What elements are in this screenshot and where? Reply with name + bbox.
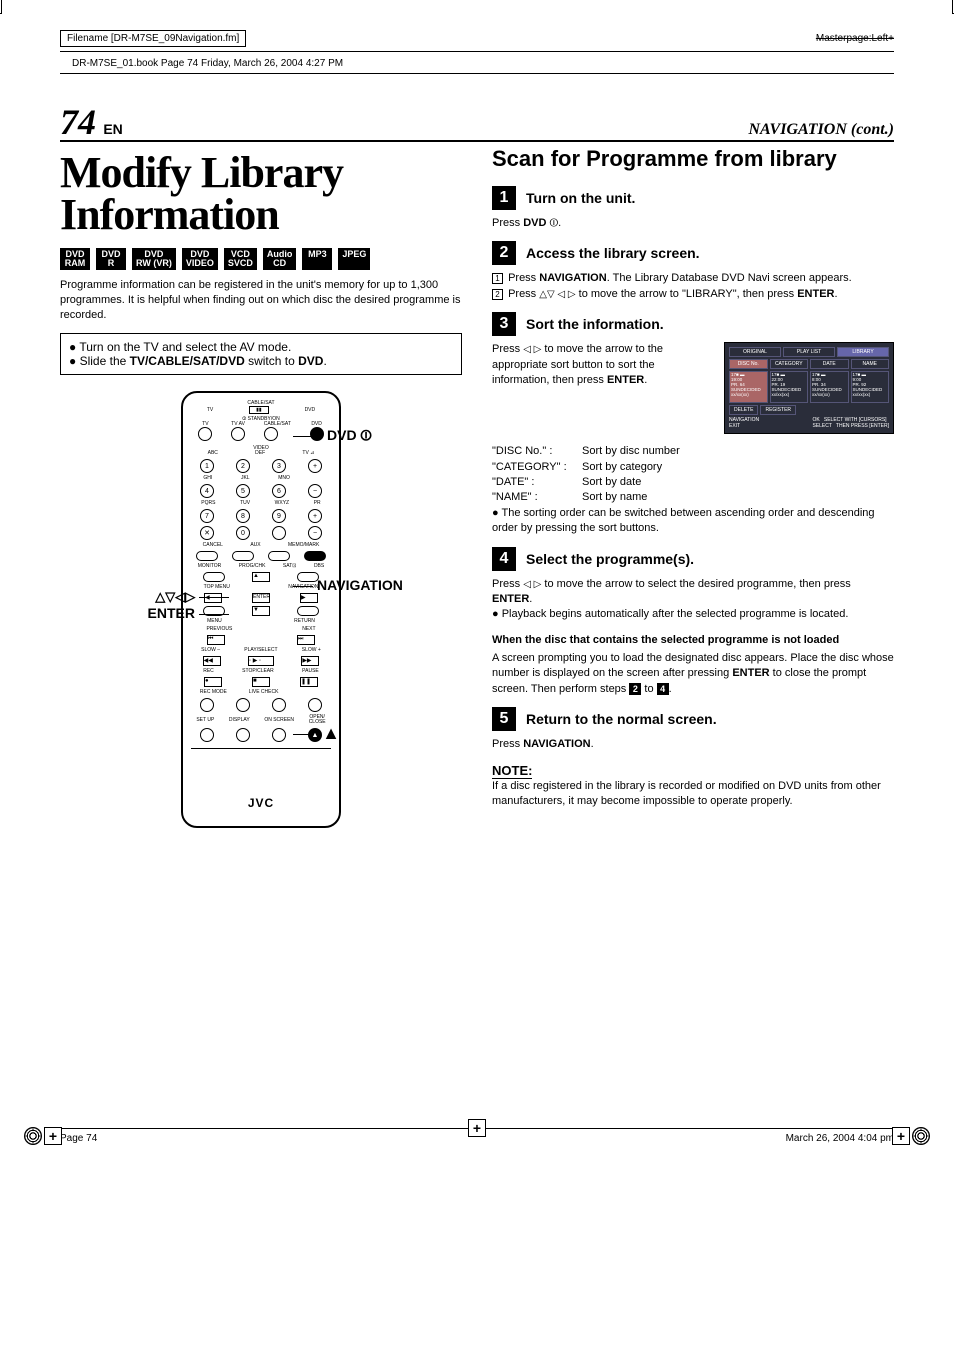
step-2-header: 2 Access the library screen. [492,241,894,265]
format-badge: VCDSVCD [224,248,257,271]
page-header: 74 EN NAVIGATION (cont.) [60,104,894,142]
format-badge: DVDRAM [60,248,90,271]
prep-item: Slide the TV/CABLE/SAT/DVD switch to DVD… [69,354,453,368]
sort-definitions: "DISC No." :Sort by disc number"CATEGORY… [492,444,894,506]
lang-label: EN [103,121,122,137]
note-body: If a disc registered in the library is r… [492,779,894,810]
format-badge: DVDVIDEO [182,248,218,271]
prep-item: Turn on the TV and select the AV mode. [69,340,453,354]
masterpage: Masterpage:Left+ [816,33,894,44]
step-1-header: 1 Turn on the unit. [492,186,894,210]
step-5-header: 5 Return to the normal screen. [492,707,894,731]
step-4-when-heading: When the disc that contains the selected… [492,633,894,647]
library-screen-mock: ORIGINALPLAY LISTLIBRARY DISC No.CATEGOR… [724,342,894,434]
step-4-when-body: A screen prompting you to load the desig… [492,651,894,697]
book-line: DR-M7SE_01.book Page 74 Friday, March 26… [60,56,894,74]
footer-date: March 26, 2004 4:04 pm [786,1133,894,1144]
main-title: Modify Library Information [60,152,462,236]
page-number: 74 [60,102,96,142]
right-title: Scan for Programme from library [492,146,894,172]
format-badge: MP3 [302,248,332,271]
page-footer: Page 74 March 26, 2004 4:04 pm [60,1128,894,1144]
jvc-logo: JVC [189,796,333,810]
format-badge: DVDRW (VR) [132,248,176,271]
step-3-body: Press ◁ ▷ to move the arrow to the appro… [492,342,714,388]
footer-page: Page 74 [60,1133,97,1144]
step-1-body: Press DVD ⏼. [492,216,894,231]
remote-control-diagram: CABLE/SAT TV▮▮DVD ⏼ STANDBY/ON TV TV AV … [181,391,341,828]
format-badge: AudioCD [263,248,297,271]
step-4-body: Press ◁ ▷ to move the arrow to select th… [492,577,894,623]
step-4-header: 4 Select the programme(s). [492,547,894,571]
step-2-body: 1 Press NAVIGATION. The Library Database… [492,271,894,302]
step-3-header: 3 Sort the information. [492,312,894,336]
format-badge: JPEG [338,248,370,271]
filename-box: Filename [DR-M7SE_09Navigation.fm] [60,30,246,47]
intro-paragraph: Programme information can be registered … [60,278,462,323]
format-badges: DVDRAM DVDR DVDRW (VR) DVDVIDEO VCDSVCD Audio… [60,248,462,271]
note-heading: NOTE: [492,763,532,779]
step-3-bullet: The sorting order can be switched betwee… [492,506,894,537]
step-5-body: Press NAVIGATION. [492,737,894,752]
format-badge: DVDR [96,248,126,271]
section-label: NAVIGATION (cont.) [749,121,895,139]
prep-box: Turn on the TV and select the AV mode.Sl… [60,333,462,375]
